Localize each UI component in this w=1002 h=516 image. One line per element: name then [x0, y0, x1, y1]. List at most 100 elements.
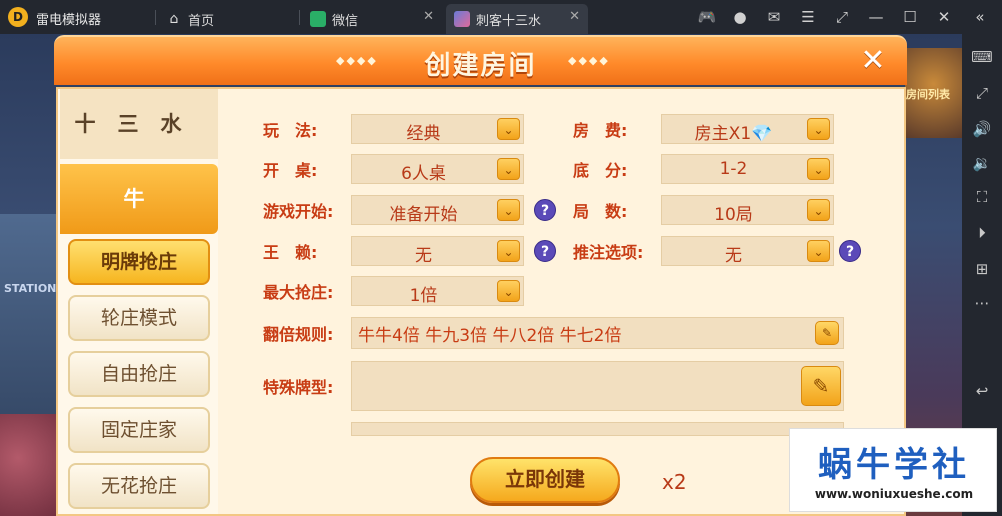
- room-cost: x2: [662, 470, 687, 494]
- max-grab-select[interactable]: 1倍 ⌄: [351, 276, 524, 306]
- minimize-icon[interactable]: —: [865, 6, 887, 28]
- gamepad-icon[interactable]: 🎮: [696, 6, 718, 28]
- tab-label: 微信: [332, 14, 359, 29]
- double-rule-label: 翻倍规则:: [263, 325, 334, 344]
- wild-label: 王 赖:: [263, 243, 318, 262]
- fullscreen-icon[interactable]: ⤢: [971, 82, 993, 104]
- bet-option-select[interactable]: 无 ⌄: [661, 236, 834, 266]
- add-app-icon[interactable]: ⊞: [971, 258, 993, 280]
- select-value: 准备开始: [389, 205, 458, 225]
- edit-pin-icon[interactable]: ✎: [815, 321, 839, 345]
- double-rule-text: 牛牛4倍 牛九3倍 牛八2倍 牛七2倍: [358, 326, 622, 346]
- tab-wechat[interactable]: 微信 ✕: [302, 4, 442, 34]
- screen-scale-icon[interactable]: ⛶: [971, 186, 993, 208]
- game-nav: 十三水 牛牛 明牌抢庄 轮庄模式 自由抢庄 固定庄家 无花抢庄: [60, 89, 218, 514]
- mode-lunzhuang-button[interactable]: 轮庄模式: [68, 295, 210, 341]
- double-rule-field[interactable]: 牛牛4倍 牛九3倍 牛八2倍 牛七2倍 ✎: [351, 317, 844, 349]
- room-list-button[interactable]: 房间列表: [906, 86, 950, 102]
- fee-select[interactable]: 房主X1💎 ⌄: [661, 114, 834, 144]
- wild-select[interactable]: 无 ⌄: [351, 236, 524, 266]
- chevron-down-icon[interactable]: ⌄: [807, 118, 830, 140]
- chevron-down-icon[interactable]: ⌄: [497, 158, 520, 180]
- mail-icon[interactable]: ✉: [763, 6, 785, 28]
- rounds-select[interactable]: 10局 ⌄: [661, 195, 834, 225]
- dialog-header: ◆◆◆◆ 创建房间 ◆◆◆◆ ✕: [54, 35, 907, 85]
- tab-home[interactable]: ⌂ 首页: [158, 4, 298, 34]
- base-score-label: 底 分:: [573, 161, 628, 180]
- close-dialog-button[interactable]: ✕: [854, 43, 892, 79]
- watermark-title: 蜗牛学社: [818, 445, 970, 485]
- chevron-down-icon[interactable]: ⌄: [497, 199, 520, 221]
- dialog-body: 十三水 牛牛 明牌抢庄 轮庄模式 自由抢庄 固定庄家 无花抢庄 玩 法: 经典 …: [56, 87, 906, 516]
- help-icon[interactable]: ?: [839, 240, 861, 262]
- back-icon[interactable]: ↩: [971, 380, 993, 402]
- header-decoration: ◆◆◆◆: [568, 54, 610, 67]
- special-card-label: 特殊牌型:: [263, 378, 334, 397]
- tab-separator: [299, 10, 300, 25]
- help-icon[interactable]: ?: [534, 199, 556, 221]
- select-value: 无: [415, 246, 432, 266]
- select-value: 房主X1💎: [694, 124, 773, 144]
- tab-separator: [155, 10, 156, 25]
- dialog-title: 创建房间: [424, 51, 537, 81]
- chevron-down-icon[interactable]: ⌄: [807, 199, 830, 221]
- play-label: 玩 法:: [263, 121, 318, 140]
- watermark-url: www.woniuxueshe.com: [814, 487, 974, 501]
- rounds-label: 局 数:: [573, 202, 628, 221]
- game-app-icon: [454, 11, 470, 27]
- select-value: 6人桌: [401, 164, 446, 184]
- mode-wuhua-button[interactable]: 无花抢庄: [68, 463, 210, 509]
- select-value: 10局: [714, 205, 753, 225]
- fee-label: 房 费:: [573, 121, 628, 140]
- special-card-field[interactable]: ✎: [351, 361, 844, 411]
- create-room-button[interactable]: 立即创建: [470, 457, 620, 503]
- watermark: 蜗牛学社 www.woniuxueshe.com: [789, 428, 997, 512]
- chevron-down-icon[interactable]: ⌄: [497, 280, 520, 302]
- select-value: 1倍: [409, 286, 438, 306]
- tab-label: 刺客十三水: [476, 14, 542, 29]
- chevron-down-icon[interactable]: ⌄: [497, 118, 520, 140]
- keyboard-icon[interactable]: ⌨: [971, 46, 993, 68]
- help-icon[interactable]: ?: [534, 240, 556, 262]
- more-icon[interactable]: ⋯: [971, 292, 993, 314]
- chevron-down-icon[interactable]: ⌄: [807, 240, 830, 262]
- maximize-icon[interactable]: ☐: [899, 6, 921, 28]
- chevron-down-icon[interactable]: ⌄: [807, 158, 830, 180]
- tab-shisanshui[interactable]: 十三水: [60, 89, 218, 159]
- tab-label: 首页: [188, 14, 215, 29]
- emulator-titlebar: D 雷电模拟器 ⌂ 首页 微信 ✕ 刺客十三水 ✕ 🎮 ● ✉ ☰ ⤢ — ☐ …: [0, 0, 1002, 34]
- home-icon: ⌂: [169, 11, 179, 27]
- start-label: 游戏开始:: [263, 202, 334, 221]
- app-title: 雷电模拟器: [36, 13, 102, 28]
- mode-ziyou-button[interactable]: 自由抢庄: [68, 351, 210, 397]
- menu-icon[interactable]: ☰: [797, 6, 819, 28]
- select-value: 经典: [406, 124, 441, 144]
- background-station-sign: STATION: [4, 282, 57, 295]
- play-select[interactable]: 经典 ⌄: [351, 114, 524, 144]
- next-field-partial: [351, 422, 844, 436]
- select-value: 无: [725, 246, 742, 266]
- edit-pin-icon[interactable]: ✎: [801, 366, 841, 406]
- restore-icon[interactable]: ⤢: [831, 6, 853, 28]
- volume-up-icon[interactable]: 🔊: [971, 118, 993, 140]
- tab-game[interactable]: 刺客十三水 ✕: [446, 4, 588, 34]
- table-select[interactable]: 6人桌 ⌄: [351, 154, 524, 184]
- background-trees: [0, 414, 60, 516]
- chevron-down-icon[interactable]: ⌄: [497, 240, 520, 262]
- mode-guding-button[interactable]: 固定庄家: [68, 407, 210, 453]
- volume-down-icon[interactable]: 🔉: [971, 152, 993, 174]
- max-grab-label: 最大抢庄:: [263, 283, 334, 302]
- app-logo-icon: D: [8, 7, 28, 27]
- start-select[interactable]: 准备开始 ⌄: [351, 195, 524, 225]
- record-icon[interactable]: ⏵: [971, 222, 993, 244]
- tab-niuniu[interactable]: 牛牛: [60, 164, 218, 281]
- wechat-icon: [310, 11, 326, 27]
- collapse-sidebar-icon[interactable]: «: [969, 6, 991, 28]
- table-label: 开 桌:: [263, 161, 318, 180]
- close-tab-icon[interactable]: ✕: [423, 9, 434, 24]
- mode-mingpai-button[interactable]: 明牌抢庄: [68, 239, 210, 285]
- base-score-select[interactable]: 1-2 ⌄: [661, 154, 834, 184]
- close-window-icon[interactable]: ✕: [933, 6, 955, 28]
- user-icon[interactable]: ●: [729, 6, 751, 28]
- close-tab-icon[interactable]: ✕: [569, 9, 580, 24]
